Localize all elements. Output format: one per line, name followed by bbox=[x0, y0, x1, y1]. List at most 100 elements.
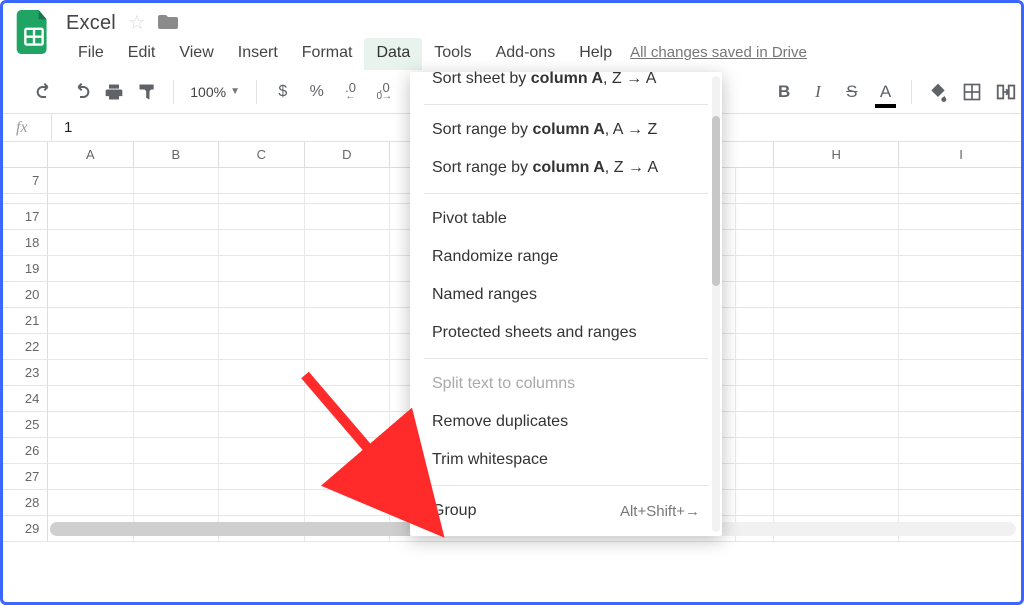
italic-button[interactable]: I bbox=[804, 78, 832, 106]
cell[interactable] bbox=[736, 194, 774, 203]
cell[interactable] bbox=[774, 464, 899, 489]
menu-edit[interactable]: Edit bbox=[116, 38, 168, 70]
row-24[interactable]: 24 bbox=[0, 386, 48, 411]
cell[interactable] bbox=[134, 334, 219, 359]
menu-file[interactable]: File bbox=[66, 38, 116, 70]
cell[interactable] bbox=[774, 282, 899, 307]
row-19[interactable]: 19 bbox=[0, 256, 48, 281]
cell[interactable] bbox=[219, 412, 304, 437]
cell[interactable] bbox=[48, 256, 133, 281]
cell[interactable] bbox=[134, 282, 219, 307]
col-I[interactable]: I bbox=[899, 142, 1024, 167]
row-18[interactable]: 18 bbox=[0, 230, 48, 255]
merge-cells-button[interactable] bbox=[992, 78, 1020, 106]
cell[interactable] bbox=[305, 168, 390, 193]
cell[interactable] bbox=[736, 464, 774, 489]
cell[interactable] bbox=[899, 438, 1024, 463]
row-27[interactable]: 27 bbox=[0, 464, 48, 489]
cell[interactable] bbox=[736, 334, 774, 359]
cell[interactable] bbox=[48, 204, 133, 229]
cell[interactable] bbox=[219, 256, 304, 281]
cell[interactable] bbox=[134, 308, 219, 333]
col-B[interactable]: B bbox=[134, 142, 220, 167]
cell[interactable] bbox=[899, 334, 1024, 359]
menu-data[interactable]: Data bbox=[364, 38, 422, 70]
menu-help[interactable]: Help bbox=[567, 38, 624, 70]
star-icon[interactable]: ☆ bbox=[128, 13, 146, 33]
cell[interactable] bbox=[774, 168, 899, 193]
cell[interactable] bbox=[899, 308, 1024, 333]
select-all-corner[interactable] bbox=[0, 142, 48, 167]
cell[interactable] bbox=[736, 204, 774, 229]
borders-button[interactable] bbox=[958, 78, 986, 106]
cell[interactable] bbox=[134, 490, 219, 515]
cell[interactable] bbox=[736, 412, 774, 437]
cell[interactable] bbox=[134, 412, 219, 437]
cell[interactable] bbox=[219, 334, 304, 359]
cell[interactable] bbox=[219, 230, 304, 255]
cell[interactable] bbox=[899, 230, 1024, 255]
cell[interactable] bbox=[305, 334, 390, 359]
cell[interactable] bbox=[305, 194, 390, 203]
cell[interactable] bbox=[134, 386, 219, 411]
cell[interactable] bbox=[774, 334, 899, 359]
row-25[interactable]: 25 bbox=[0, 412, 48, 437]
cell[interactable] bbox=[48, 438, 133, 463]
cell[interactable] bbox=[774, 490, 899, 515]
menu-item-protected-sheets[interactable]: Protected sheets and ranges bbox=[410, 314, 722, 352]
cell[interactable] bbox=[219, 386, 304, 411]
cell[interactable] bbox=[305, 230, 390, 255]
cell[interactable] bbox=[774, 386, 899, 411]
cell[interactable] bbox=[48, 168, 133, 193]
scrollbar-thumb[interactable] bbox=[712, 116, 720, 286]
col-H[interactable]: H bbox=[774, 142, 899, 167]
dropdown-scrollbar[interactable] bbox=[712, 76, 720, 532]
cell[interactable] bbox=[736, 490, 774, 515]
cell[interactable] bbox=[48, 230, 133, 255]
cell[interactable] bbox=[48, 360, 133, 385]
cell[interactable] bbox=[219, 194, 304, 203]
row-21[interactable]: 21 bbox=[0, 308, 48, 333]
cell[interactable] bbox=[48, 194, 133, 203]
menu-item-trim-whitespace[interactable]: Trim whitespace bbox=[410, 441, 722, 479]
cell[interactable] bbox=[134, 438, 219, 463]
cell[interactable] bbox=[219, 204, 304, 229]
cell[interactable] bbox=[134, 464, 219, 489]
menu-item-named-ranges[interactable]: Named ranges bbox=[410, 276, 722, 314]
cell[interactable] bbox=[899, 490, 1024, 515]
cell[interactable] bbox=[899, 412, 1024, 437]
cell[interactable] bbox=[48, 334, 133, 359]
cell[interactable] bbox=[736, 282, 774, 307]
row-29[interactable]: 29 bbox=[0, 516, 48, 541]
cell[interactable] bbox=[305, 386, 390, 411]
cell[interactable] bbox=[48, 282, 133, 307]
cell[interactable] bbox=[305, 308, 390, 333]
menu-item-randomize-range[interactable]: Randomize range bbox=[410, 238, 722, 276]
cell[interactable] bbox=[305, 464, 390, 489]
menu-item-pivot-table[interactable]: Pivot table bbox=[410, 200, 722, 238]
cell[interactable] bbox=[219, 438, 304, 463]
fill-color-button[interactable] bbox=[924, 78, 952, 106]
cell[interactable] bbox=[899, 256, 1024, 281]
cell[interactable] bbox=[899, 194, 1024, 203]
cell[interactable] bbox=[774, 412, 899, 437]
col-D[interactable]: D bbox=[305, 142, 391, 167]
cell[interactable] bbox=[305, 412, 390, 437]
cell[interactable] bbox=[736, 256, 774, 281]
cell[interactable] bbox=[134, 194, 219, 203]
menu-item-sort-range-az[interactable]: Sort range by column A, A → Z bbox=[410, 111, 722, 149]
bold-button[interactable]: B bbox=[770, 78, 798, 106]
menu-view[interactable]: View bbox=[167, 38, 225, 70]
cell[interactable] bbox=[774, 438, 899, 463]
cell[interactable] bbox=[219, 464, 304, 489]
menu-addons[interactable]: Add-ons bbox=[484, 38, 568, 70]
cell[interactable] bbox=[134, 168, 219, 193]
cell[interactable] bbox=[736, 308, 774, 333]
cell[interactable] bbox=[774, 204, 899, 229]
percent-button[interactable]: % bbox=[303, 78, 331, 106]
cell[interactable] bbox=[774, 230, 899, 255]
cell[interactable] bbox=[48, 464, 133, 489]
save-status[interactable]: All changes saved in Drive bbox=[630, 38, 807, 70]
cell[interactable] bbox=[305, 438, 390, 463]
col-A[interactable]: A bbox=[48, 142, 134, 167]
